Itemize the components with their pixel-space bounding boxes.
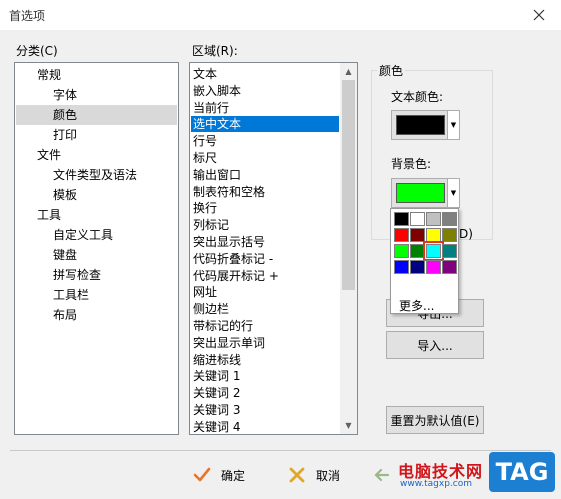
bg-color-label: 背景色: (391, 157, 432, 171)
text-color-swatch (396, 115, 445, 135)
list-item[interactable]: 突出显示单词 (191, 335, 339, 351)
list-item[interactable]: 标尺 (191, 150, 339, 166)
palette-swatch[interactable] (426, 212, 441, 226)
tree-item[interactable]: 打印 (16, 125, 177, 145)
list-item[interactable]: 关键词 3 (191, 402, 339, 418)
palette-swatch[interactable] (410, 228, 425, 242)
palette-swatch[interactable] (426, 260, 441, 274)
ok-button[interactable]: 确定 (193, 462, 245, 488)
chevron-down-icon: ▼ (447, 179, 459, 207)
list-item[interactable]: 换行 (191, 200, 339, 216)
watermark-badge: TAG (489, 452, 555, 492)
close-icon (533, 9, 545, 21)
palette-swatch[interactable] (442, 244, 457, 258)
list-item[interactable]: 缩进标线 (191, 352, 339, 368)
watermark-url: www.tagxp.com (400, 479, 472, 489)
region-scrollbar[interactable]: ▲ ▼ (340, 63, 357, 434)
tree-item[interactable]: 文件 (16, 145, 177, 165)
tree-item[interactable]: 文件类型及语法 (16, 165, 177, 185)
category-label: 分类(C) (16, 44, 58, 58)
list-item[interactable]: 突出显示括号 (191, 234, 339, 250)
scroll-down-icon[interactable]: ▼ (340, 417, 357, 434)
tree-item[interactable]: 拼写检查 (16, 265, 177, 285)
list-item[interactable]: 代码折叠标记 - (191, 251, 339, 267)
partial-checkbox-label: D) (459, 227, 473, 241)
ok-label: 确定 (221, 468, 246, 483)
list-item[interactable]: 输出窗口 (191, 167, 339, 183)
footer-separator (10, 450, 551, 451)
palette-swatch[interactable] (394, 228, 409, 242)
import-button-label: 导入... (417, 338, 453, 353)
chevron-down-icon: ▼ (447, 111, 459, 139)
palette-swatch[interactable] (423, 241, 444, 261)
list-item[interactable]: 嵌入脚本 (191, 83, 339, 99)
tree-item[interactable]: 自定义工具 (16, 225, 177, 245)
list-item[interactable]: 关键词 2 (191, 385, 339, 401)
cancel-x-icon (288, 466, 306, 484)
palette-swatch[interactable] (410, 244, 425, 258)
bg-color-swatch (396, 183, 445, 203)
list-item[interactable]: 网址 (191, 284, 339, 300)
title-bar: 首选项 (0, 0, 561, 30)
palette-swatch[interactable] (410, 260, 425, 274)
bg-color-picker[interactable]: ▼ (391, 178, 460, 208)
tree-item[interactable]: 工具栏 (16, 285, 177, 305)
palette-swatch[interactable] (442, 228, 457, 242)
palette-swatch[interactable] (442, 260, 457, 274)
list-item[interactable]: 选中文本 (191, 116, 339, 133)
list-item[interactable]: 带标记的行 (191, 318, 339, 334)
tree-item[interactable]: 工具 (16, 205, 177, 225)
color-group-title: 颜色 (377, 62, 406, 79)
tree-item[interactable]: 字体 (16, 85, 177, 105)
back-arrow-icon (373, 466, 391, 484)
back-button[interactable] (373, 462, 401, 488)
window-title: 首选项 (9, 9, 46, 23)
palette-swatch[interactable] (426, 228, 441, 242)
watermark-badge-text: TAG (495, 458, 549, 486)
palette-swatch[interactable] (394, 244, 409, 258)
palette-swatch[interactable] (410, 212, 425, 226)
text-color-label: 文本颜色: (391, 90, 444, 104)
list-item[interactable]: 关键词 1 (191, 368, 339, 384)
tree-item[interactable]: 键盘 (16, 245, 177, 265)
color-palette-popup: 更多... (390, 208, 459, 314)
tree-item[interactable]: 常规 (16, 65, 177, 85)
list-item[interactable]: 行号 (191, 133, 339, 149)
preferences-dialog: 首选项 分类(C) 常规 字体 颜色 打印 文件 文件类型及语法 模板 工具 自定义工具 键盘 拼写… (0, 0, 561, 499)
checkmark-icon (193, 466, 211, 484)
tree-item[interactable]: 布局 (16, 305, 177, 325)
text-color-picker[interactable]: ▼ (391, 110, 460, 140)
list-item[interactable]: 关键词 4 (191, 419, 339, 434)
tree-item[interactable]: 颜色 (16, 105, 177, 125)
palette-swatch[interactable] (394, 212, 409, 226)
scroll-up-icon[interactable]: ▲ (340, 63, 357, 80)
list-item[interactable]: 侧边栏 (191, 301, 339, 317)
list-item[interactable]: 当前行 (191, 100, 339, 116)
reset-button-label: 重置为默认值(E) (390, 413, 480, 428)
palette-swatch[interactable] (394, 260, 409, 274)
reset-defaults-button[interactable]: 重置为默认值(E) (386, 406, 484, 434)
cancel-label: 取消 (316, 468, 341, 483)
list-item[interactable]: 列标记 (191, 217, 339, 233)
palette-swatch[interactable] (442, 212, 457, 226)
region-list[interactable]: 关键词 4 关键词 3 关键词 2 关键词 1 缩进标线 突出显示单词 带标记的行 侧边栏 网址… (189, 62, 358, 435)
list-item[interactable]: 文本 (191, 66, 339, 82)
list-item[interactable]: 制表符和空格 (191, 184, 339, 200)
cancel-button[interactable]: 取消 (288, 462, 340, 488)
scroll-thumb[interactable] (342, 80, 355, 290)
import-button[interactable]: 导入... (386, 331, 484, 359)
list-item[interactable]: 代码展开标记 + (191, 268, 339, 284)
category-tree[interactable]: 常规 字体 颜色 打印 文件 文件类型及语法 模板 工具 自定义工具 键盘 拼写检查 工具栏 布局 (14, 62, 179, 435)
close-button[interactable] (517, 0, 561, 30)
more-colors-option[interactable]: 更多... (399, 297, 434, 314)
tree-item[interactable]: 模板 (16, 185, 177, 205)
region-label: 区域(R): (192, 44, 238, 58)
